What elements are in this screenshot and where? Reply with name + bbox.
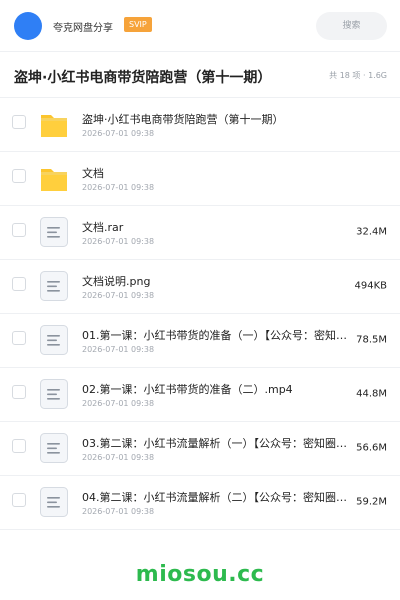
file-row[interactable]: 文档 2026-07-01 09:38 [0, 152, 400, 206]
file-date: 2026-07-01 09:38 [82, 507, 155, 516]
file-row[interactable]: 02.第一课：小红书带货的准备（二）.mp4 2026-07-01 09:38 44… [0, 368, 400, 422]
file-icon [38, 270, 70, 302]
folder-title: 盗坤·小红书电商带货陪跑营（第十一期） [14, 70, 272, 86]
file-name: 盗坤·小红书电商带货陪跑营（第十一期） [82, 113, 284, 126]
file-date: 2026-07-01 09:38 [82, 453, 155, 462]
top-bar: 夸克网盘分享 SVIP 搜索 [0, 0, 400, 52]
file-name: 01.第一课：小红书带货的准备（一）【公众号：密知… [82, 329, 347, 342]
file-name: 文档说明.png [82, 275, 151, 288]
select-checkbox[interactable] [12, 385, 26, 399]
select-checkbox[interactable] [12, 115, 26, 129]
file-icon [38, 432, 70, 464]
file-name: 文档.rar [82, 221, 124, 234]
file-name: 02.第一课：小红书带货的准备（二）.mp4 [82, 383, 293, 396]
avatar[interactable] [14, 12, 42, 40]
file-icon [38, 324, 70, 356]
file-row[interactable]: 01.第一课：小红书带货的准备（一）【公众号：密知… 2026-07-01 09:… [0, 314, 400, 368]
file-size: 59.2M [356, 496, 387, 508]
select-checkbox[interactable] [12, 439, 26, 453]
select-checkbox[interactable] [12, 493, 26, 507]
folder-icon [38, 162, 70, 194]
svip-badge: SVIP [124, 17, 152, 32]
file-size: 56.6M [356, 442, 387, 454]
file-date: 2026-07-01 09:38 [82, 237, 155, 246]
file-size: 44.8M [356, 388, 387, 400]
select-checkbox[interactable] [12, 223, 26, 237]
file-list: 盗坤·小红书电商带货陪跑营（第十一期） 2026-07-01 09:38 文档 202… [0, 98, 400, 530]
select-checkbox[interactable] [12, 169, 26, 183]
file-row[interactable]: 04.第二课：小红书流量解析（二）【公众号：密知圈… 2026-07-01 09:… [0, 476, 400, 530]
file-name: 04.第二课：小红书流量解析（二）【公众号：密知圈… [82, 491, 347, 504]
file-row[interactable]: 盗坤·小红书电商带货陪跑营（第十一期） 2026-07-01 09:38 [0, 98, 400, 152]
file-date: 2026-07-01 09:38 [82, 345, 155, 354]
file-row[interactable]: 文档.rar 2026-07-01 09:38 32.4M [0, 206, 400, 260]
select-checkbox[interactable] [12, 331, 26, 345]
file-date: 2026-07-01 09:38 [82, 129, 155, 138]
file-date: 2026-07-01 09:38 [82, 291, 155, 300]
file-size: 32.4M [356, 226, 387, 238]
file-row[interactable]: 03.第二课：小红书流量解析（一）【公众号：密知圈… 2026-07-01 09:… [0, 422, 400, 476]
file-size: 494KB [354, 280, 387, 292]
file-date: 2026-07-01 09:38 [82, 183, 155, 192]
folder-meta: 共 18 项 · 1.6G [329, 71, 387, 80]
file-icon [38, 378, 70, 410]
file-icon [38, 216, 70, 248]
folder-header: 盗坤·小红书电商带货陪跑营（第十一期） 共 18 项 · 1.6G [0, 52, 400, 98]
select-checkbox[interactable] [12, 277, 26, 291]
file-date: 2026-07-01 09:38 [82, 399, 155, 408]
file-size: 78.5M [356, 334, 387, 346]
watermark: miosou.cc [135, 562, 265, 587]
username: 夸克网盘分享 [53, 23, 113, 34]
search-button[interactable]: 搜索 [316, 12, 387, 40]
file-icon [38, 486, 70, 518]
file-name: 03.第二课：小红书流量解析（一）【公众号：密知圈… [82, 437, 347, 450]
file-row[interactable]: 文档说明.png 2026-07-01 09:38 494KB [0, 260, 400, 314]
folder-icon [38, 108, 70, 140]
file-name: 文档 [82, 167, 104, 180]
